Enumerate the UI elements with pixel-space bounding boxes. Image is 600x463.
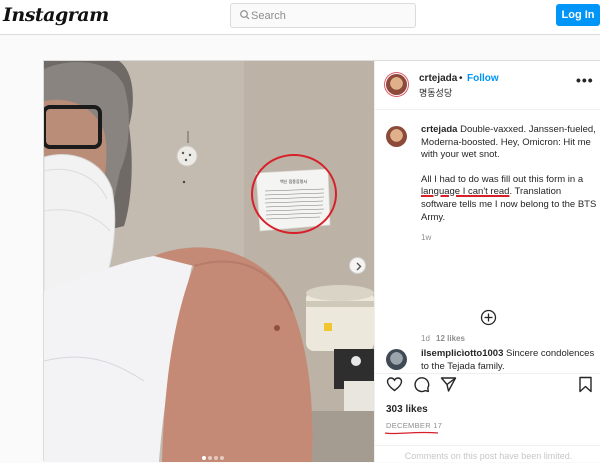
photo-illustration: 백신 접종증명서 bbox=[44, 61, 374, 462]
next-photo-button[interactable] bbox=[349, 257, 366, 274]
commenter-username[interactable]: ilsemplicìotto1003 bbox=[421, 348, 503, 359]
comment-icon[interactable] bbox=[413, 376, 430, 393]
likes-count[interactable]: 303 likes bbox=[386, 404, 428, 415]
share-icon[interactable] bbox=[440, 376, 457, 393]
carousel-dot-active bbox=[202, 456, 206, 460]
carousel-dot bbox=[214, 456, 218, 460]
add-circle-icon[interactable] bbox=[480, 309, 497, 326]
caption-time[interactable]: 1w bbox=[421, 233, 431, 242]
top-navigation-bar: Instagram Log In bbox=[0, 0, 600, 35]
carousel-dots bbox=[202, 456, 224, 461]
comment-time[interactable]: 1d bbox=[421, 334, 430, 343]
caption-username[interactable]: crtejada bbox=[421, 124, 457, 135]
chevron-right-icon bbox=[356, 262, 362, 271]
notice-title: 백신 접종증명서 bbox=[280, 178, 307, 184]
author-avatar[interactable] bbox=[386, 74, 407, 95]
separator-dot: • bbox=[459, 73, 463, 84]
carousel-dot bbox=[220, 456, 224, 460]
comments-section: crtejada Double-vaxxed. Janssen-fueled, … bbox=[375, 111, 600, 373]
post-date[interactable]: DECEMBER 17 bbox=[386, 421, 442, 430]
caption-underlined-phrase: language I can't read bbox=[421, 186, 510, 198]
comment-text: ilsemplicìotto1003 Sincere condolences t… bbox=[421, 348, 597, 373]
search-icon bbox=[240, 10, 250, 20]
more-options-icon[interactable]: ••• bbox=[576, 72, 594, 88]
post-actions-bar: 303 likes DECEMBER 17 Comments on this p… bbox=[375, 373, 600, 462]
post-location[interactable]: 명동성당 bbox=[419, 86, 452, 99]
caption-avatar[interactable] bbox=[386, 126, 407, 147]
heart-icon[interactable] bbox=[386, 376, 403, 393]
caption-paragraph-2-start: All I had to do was fill out this form i… bbox=[421, 173, 584, 185]
carousel-dot bbox=[208, 456, 212, 460]
post-side-panel: crtejada • Follow 명동성당 ••• crtejada Doub… bbox=[374, 61, 600, 462]
search-input[interactable] bbox=[251, 6, 411, 25]
bookmark-icon[interactable] bbox=[577, 376, 594, 393]
login-button[interactable]: Log In bbox=[556, 4, 600, 26]
comments-limited-notice: Comments on this post have been limited. bbox=[375, 445, 600, 463]
date-underline-annotation bbox=[384, 431, 439, 435]
author-username[interactable]: crtejada bbox=[419, 73, 457, 84]
post-header: crtejada • Follow 명동성당 ••• bbox=[375, 61, 600, 110]
commenter-avatar[interactable] bbox=[386, 349, 407, 370]
comment-likes[interactable]: 12 likes bbox=[436, 334, 465, 343]
post-card: 백신 접종증명서 crtejada • Follow 명동성당 ••• crte… bbox=[43, 60, 600, 462]
instagram-logo[interactable]: Instagram bbox=[3, 4, 109, 26]
search-box[interactable] bbox=[230, 3, 416, 28]
follow-button[interactable]: Follow bbox=[467, 73, 499, 84]
post-photo[interactable]: 백신 접종증명서 bbox=[44, 61, 374, 462]
post-caption: crtejada Double-vaxxed. Janssen-fueled, … bbox=[421, 124, 597, 224]
vaccine-notice-paper: 백신 접종증명서 bbox=[255, 168, 331, 232]
